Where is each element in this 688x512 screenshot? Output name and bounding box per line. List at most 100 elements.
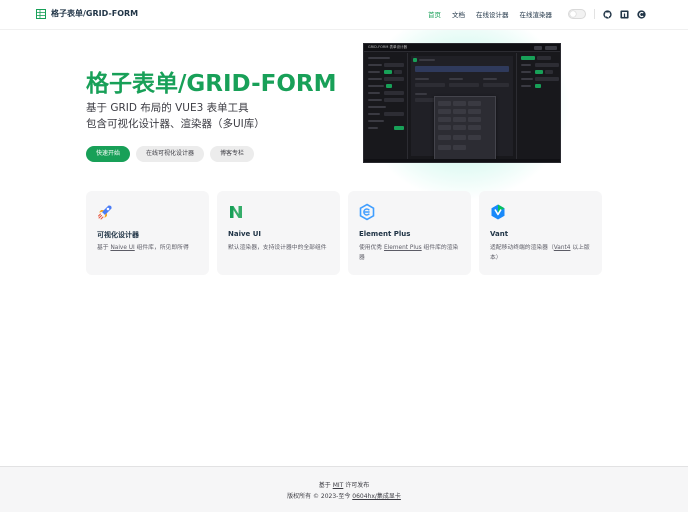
preview-cell <box>438 101 451 106</box>
nav-link-docs[interactable]: 文档 <box>452 9 465 19</box>
preview-chip <box>384 112 404 116</box>
rocket-icon <box>98 205 112 220</box>
feature-desc-text: 组件库，所见即所得 <box>134 245 189 251</box>
preview-toolbar-chip <box>545 46 557 50</box>
feature-card-element-plus: Element Plus 使用优秀 Element Plus 组件库的渲染器 <box>348 191 471 275</box>
preview-line <box>368 78 382 80</box>
footer: 基于 MIT 许可发布 版权所有 © 2023-至今 0604hx/集成显卡 <box>0 466 688 512</box>
naive-ui-logo-icon <box>230 206 242 218</box>
preview-cell <box>453 109 466 114</box>
grid-logo-icon <box>36 8 46 19</box>
feature-card-designer: 可视化设计器 基于 Naive UI 组件库，所见即所得 <box>86 191 209 275</box>
feature-card-vant: Vant 适配移动终端的渲染器（Vant4 以上版本） <box>479 191 602 275</box>
preview-chip <box>384 63 404 67</box>
nav-link-renderer[interactable]: 在线渲染器 <box>520 9 553 19</box>
feature-card-desc: 默认渲染器，支持设计器中的全部组件 <box>228 244 332 254</box>
preview-line <box>521 78 533 80</box>
preview-line <box>483 78 497 80</box>
preview-cell <box>453 145 466 150</box>
preview-cell <box>468 125 481 130</box>
online-designer-button[interactable]: 在线可视化设计器 <box>136 146 205 162</box>
nav-link-home[interactable]: 首页 <box>428 9 441 19</box>
author-link[interactable]: 0604hx/集成显卡 <box>352 493 401 500</box>
hero-tagline-line-2: 包含可视化设计器、渲染器（多UI库） <box>86 118 265 130</box>
preview-cell <box>438 109 451 114</box>
nav-links: 首页 文档 在线设计器 在线渲染器 <box>417 9 646 19</box>
preview-component-popup <box>434 96 496 162</box>
preview-line <box>368 57 390 59</box>
theme-toggle[interactable] <box>568 9 586 19</box>
github-icon[interactable] <box>603 9 612 19</box>
get-started-button[interactable]: 快速开始 <box>86 146 131 162</box>
preview-chip <box>384 98 404 102</box>
preview-cell <box>468 135 481 140</box>
preview-chip <box>413 58 417 62</box>
footer-license: 基于 MIT 许可发布 <box>0 480 688 491</box>
blog-button[interactable]: 博客专栏 <box>210 146 255 162</box>
feature-card-naive-ui: Naive UI 默认渲染器，支持设计器中的全部组件 <box>217 191 340 275</box>
feature-card-title: Element Plus <box>359 230 411 238</box>
theme-toggle-knob <box>570 11 576 17</box>
preview-cell <box>453 117 466 122</box>
preview-line <box>368 71 380 73</box>
preview-cell <box>438 125 451 130</box>
vant4-link[interactable]: Vant4 <box>554 245 571 251</box>
preview-line <box>368 92 380 94</box>
nav-divider <box>594 9 595 19</box>
preview-right-panel <box>516 53 560 162</box>
hero-tagline-line-1: 基于 GRID 布局的 VUE3 表单工具 <box>86 102 249 114</box>
preview-chip <box>537 56 551 60</box>
preview-chip <box>386 84 392 88</box>
preview-line <box>368 113 380 115</box>
feature-card-desc: 使用优秀 Element Plus 组件库的渲染器 <box>359 244 463 263</box>
element-plus-link[interactable]: Element Plus <box>384 245 422 251</box>
footer-copyright: 版权所有 © 2023-至今 0604hx/集成显卡 <box>0 491 688 502</box>
mit-license-link[interactable]: MIT <box>333 482 344 489</box>
csdn-icon[interactable] <box>637 9 646 19</box>
preview-line <box>368 120 384 122</box>
preview-chip <box>521 56 535 60</box>
preview-chip <box>535 77 559 81</box>
vant-logo-icon <box>491 204 505 220</box>
feature-card-title: Naive UI <box>228 230 262 238</box>
preview-selected-row <box>415 66 509 72</box>
preview-toolbar-chip <box>534 46 542 50</box>
feature-desc-text: 默认渲染器，支持设计器中的全部组件 <box>228 245 327 251</box>
preview-chip <box>535 63 559 67</box>
feature-card-desc: 基于 Naive UI 组件库，所见即所得 <box>97 244 201 254</box>
hero-title: 格子表单/GRID-FORM <box>86 71 337 97</box>
feature-card-title: 可视化设计器 <box>97 231 139 239</box>
preview-cell <box>453 125 466 130</box>
preview-title: GRID-FORM 表单设计器 <box>368 45 407 49</box>
brand[interactable]: 格子表单/GRID-FORM <box>36 8 138 19</box>
preview-line <box>368 106 386 108</box>
designer-preview-image: GRID-FORM 表单设计器 <box>363 43 561 163</box>
preview-chip <box>545 70 553 74</box>
feature-card-title: Vant <box>490 230 509 238</box>
preview-chip <box>483 83 509 87</box>
preview-left-panel <box>364 53 408 162</box>
top-nav: 格子表单/GRID-FORM 首页 文档 在线设计器 在线渲染器 <box>0 0 688 30</box>
preview-cell <box>453 101 466 106</box>
hero-tagline: 基于 GRID 布局的 VUE3 表单工具 包含可视化设计器、渲染器（多UI库） <box>86 100 265 132</box>
feature-desc-text: 使用优秀 <box>359 245 385 251</box>
preview-chip <box>394 126 404 130</box>
preview-statusbar <box>364 159 560 162</box>
preview-line <box>419 59 435 61</box>
feature-desc-text: 基于 <box>97 245 111 251</box>
preview-chip <box>415 83 445 87</box>
naive-ui-link[interactable]: Naive UI <box>110 245 134 251</box>
preview-line <box>368 99 382 101</box>
preview-chip <box>535 70 543 74</box>
preview-cell <box>468 109 481 114</box>
preview-line <box>368 64 382 66</box>
gitee-icon[interactable] <box>620 9 629 19</box>
preview-line <box>368 85 384 87</box>
nav-link-designer[interactable]: 在线设计器 <box>476 9 509 19</box>
preview-cell <box>438 135 451 140</box>
preview-chip <box>384 70 392 74</box>
preview-line <box>449 78 463 80</box>
preview-chip <box>394 70 402 74</box>
feature-cards: 可视化设计器 基于 Naive UI 组件库，所见即所得 Naive UI 默认… <box>86 191 602 275</box>
footer-text: 许可发布 <box>343 482 370 489</box>
